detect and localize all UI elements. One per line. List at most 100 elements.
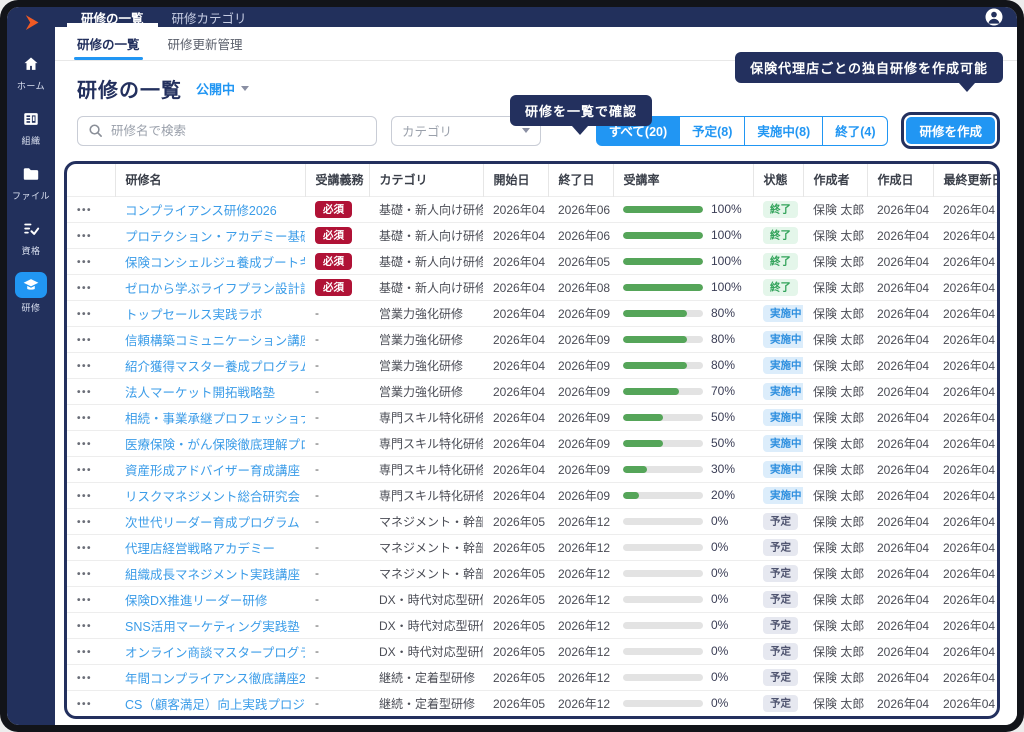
status-filter-button[interactable]: 実施中(8) [745, 116, 823, 146]
progress-value: 30% [711, 462, 735, 476]
status-badge: 実施中 [763, 357, 803, 374]
row-menu-icon[interactable]: ••• [77, 569, 92, 580]
status-cell: 実施中 [753, 300, 803, 326]
row-menu-icon[interactable]: ••• [77, 673, 92, 684]
training-name-link[interactable]: ゼロから学ぶライフプラン設計講座 [125, 282, 305, 296]
status-badge: 予定 [763, 695, 798, 712]
row-menu-icon[interactable]: ••• [77, 283, 92, 294]
sidebar-item-home[interactable]: ホーム [7, 52, 55, 92]
row-menu-icon[interactable]: ••• [77, 491, 92, 502]
training-name-link[interactable]: SNS活用マーケティング実践塾 [125, 620, 300, 634]
progress-track [623, 518, 703, 525]
row-menu-icon[interactable]: ••• [77, 595, 92, 606]
column-header: カテゴリ [369, 164, 483, 196]
topbar-tab[interactable]: 研修の一覧 [67, 7, 158, 27]
training-name-link[interactable]: 資産形成アドバイザー育成講座 [125, 464, 300, 478]
secondary-tab[interactable]: 研修更新管理 [168, 27, 243, 60]
duty-cell: - [305, 300, 369, 326]
training-name-link[interactable]: 年間コンプライアンス徹底講座2026 [125, 672, 305, 686]
search-input[interactable] [111, 124, 366, 138]
training-name-link[interactable]: トップセールス実践ラボ [125, 308, 263, 322]
progress-bar: 0% [623, 670, 743, 684]
row-menu-icon[interactable]: ••• [77, 361, 92, 372]
content-area: 研修の一覧研修更新管理 研修の一覧 公開中 [55, 27, 1017, 725]
row-menu-icon[interactable]: ••• [77, 543, 92, 554]
training-name-link[interactable]: オンライン商談マスタープログラム [125, 646, 305, 660]
training-name-cell: 信頼構築コミュニケーション講座 [115, 326, 305, 352]
progress-bar: 0% [623, 644, 743, 658]
updated-date-cell: 2026年04 [933, 352, 1000, 378]
duty-badge: 必須 [315, 201, 352, 218]
progress-fill [623, 440, 663, 447]
duty-cell: - [305, 534, 369, 560]
created-date-cell: 2026年04 [867, 456, 933, 482]
sidebar-item-license[interactable]: 資格 [7, 217, 55, 257]
status-filter-button[interactable]: 終了(4) [823, 116, 888, 146]
training-name-link[interactable]: プロテクション・アカデミー基礎講座 [125, 230, 305, 244]
column-header: 開始日 [483, 164, 548, 196]
row-menu-icon[interactable]: ••• [77, 439, 92, 450]
created-date-cell: 2026年04 [867, 222, 933, 248]
training-name-cell: 医療保険・がん保険徹底理解プログラ [115, 430, 305, 456]
visibility-filter-dropdown[interactable]: 公開中 [196, 79, 249, 98]
duty-badge: 必須 [315, 227, 352, 244]
row-menu-icon[interactable]: ••• [77, 517, 92, 528]
training-name-link[interactable]: コンプライアンス研修2026 [125, 204, 277, 218]
duty-cell: - [305, 482, 369, 508]
status-badge: 予定 [763, 669, 798, 686]
start-date-cell: 2026年05 [483, 664, 548, 690]
row-menu-icon[interactable]: ••• [77, 387, 92, 398]
secondary-tab[interactable]: 研修の一覧 [77, 27, 140, 60]
end-date-cell: 2026年06 [548, 196, 613, 222]
progress-value: 100% [711, 202, 742, 216]
sidebar-item-training[interactable]: 研修 [7, 272, 55, 314]
training-name-link[interactable]: 相続・事業承継プロフェッショナル講 [125, 412, 305, 426]
row-menu-icon[interactable]: ••• [77, 309, 92, 320]
row-menu-icon[interactable]: ••• [77, 621, 92, 632]
create-training-button[interactable]: 研修を作成 [906, 117, 995, 144]
training-name-link[interactable]: 保険コンシェルジュ養成ブートキャン [125, 256, 305, 270]
creator-cell: 保険 太郎 [803, 222, 867, 248]
progress-track [623, 700, 703, 707]
status-cell: 予定 [753, 560, 803, 586]
training-name-link[interactable]: 紹介獲得マスター養成プログラム [125, 360, 305, 374]
user-avatar-icon[interactable] [984, 7, 1004, 27]
row-menu-icon[interactable]: ••• [77, 465, 92, 476]
training-name-link[interactable]: 代理店経営戦略アカデミー [125, 542, 275, 556]
row-menu-icon[interactable]: ••• [77, 647, 92, 658]
topbar-tab[interactable]: 研修カテゴリ [158, 7, 261, 27]
sidebar-item-folder[interactable]: ファイル [7, 162, 55, 202]
topbar: 研修の一覧研修カテゴリ [55, 7, 1017, 27]
row-menu-icon[interactable]: ••• [77, 699, 92, 710]
training-name-link[interactable]: 次世代リーダー育成プログラム [125, 516, 300, 530]
row-menu-icon[interactable]: ••• [77, 413, 92, 424]
created-date-cell: 2026年04 [867, 352, 933, 378]
status-cell: 実施中 [753, 482, 803, 508]
training-name-link[interactable]: 法人マーケット開拓戦略塾 [125, 386, 275, 400]
created-date-cell: 2026年04 [867, 534, 933, 560]
training-name-link[interactable]: 保険DX推進リーダー研修 [125, 594, 267, 608]
row-menu-icon[interactable]: ••• [77, 335, 92, 346]
category-cell: 営業力強化研修 [369, 352, 483, 378]
row-menu-icon[interactable]: ••• [77, 231, 92, 242]
training-name-link[interactable]: 信頼構築コミュニケーション講座 [125, 334, 305, 348]
row-menu-icon[interactable]: ••• [77, 257, 92, 268]
created-date-cell: 2026年04 [867, 690, 933, 716]
category-cell: DX・時代対応型研修 [369, 612, 483, 638]
tooltip-list-hint: 研修を一覧で確認 [510, 95, 652, 126]
table-row: •••紹介獲得マスター養成プログラム-営業力強化研修2026年042026年09… [67, 352, 1000, 378]
rate-cell: 30% [613, 456, 753, 482]
training-name-link[interactable]: CS（顧客満足）向上実践プロジェクト [125, 698, 305, 712]
updated-date-cell: 2026年04 [933, 274, 1000, 300]
creator-cell: 保険 太郎 [803, 586, 867, 612]
training-name-link[interactable]: 組織成長マネジメント実践講座 [125, 568, 300, 582]
app-logo-icon[interactable] [7, 7, 55, 37]
training-name-link[interactable]: リスクマネジメント総合研究会 [125, 490, 300, 504]
status-cell: 予定 [753, 612, 803, 638]
training-name-link[interactable]: 医療保険・がん保険徹底理解プログラ [125, 438, 305, 452]
table-row: •••資産形成アドバイザー育成講座-専門スキル特化研修2026年042026年0… [67, 456, 1000, 482]
status-filter-button[interactable]: 予定(8) [680, 116, 745, 146]
sidebar-item-org[interactable]: 組織 [7, 107, 55, 147]
row-menu-icon[interactable]: ••• [77, 205, 92, 216]
updated-date-cell: 2026年04 [933, 378, 1000, 404]
